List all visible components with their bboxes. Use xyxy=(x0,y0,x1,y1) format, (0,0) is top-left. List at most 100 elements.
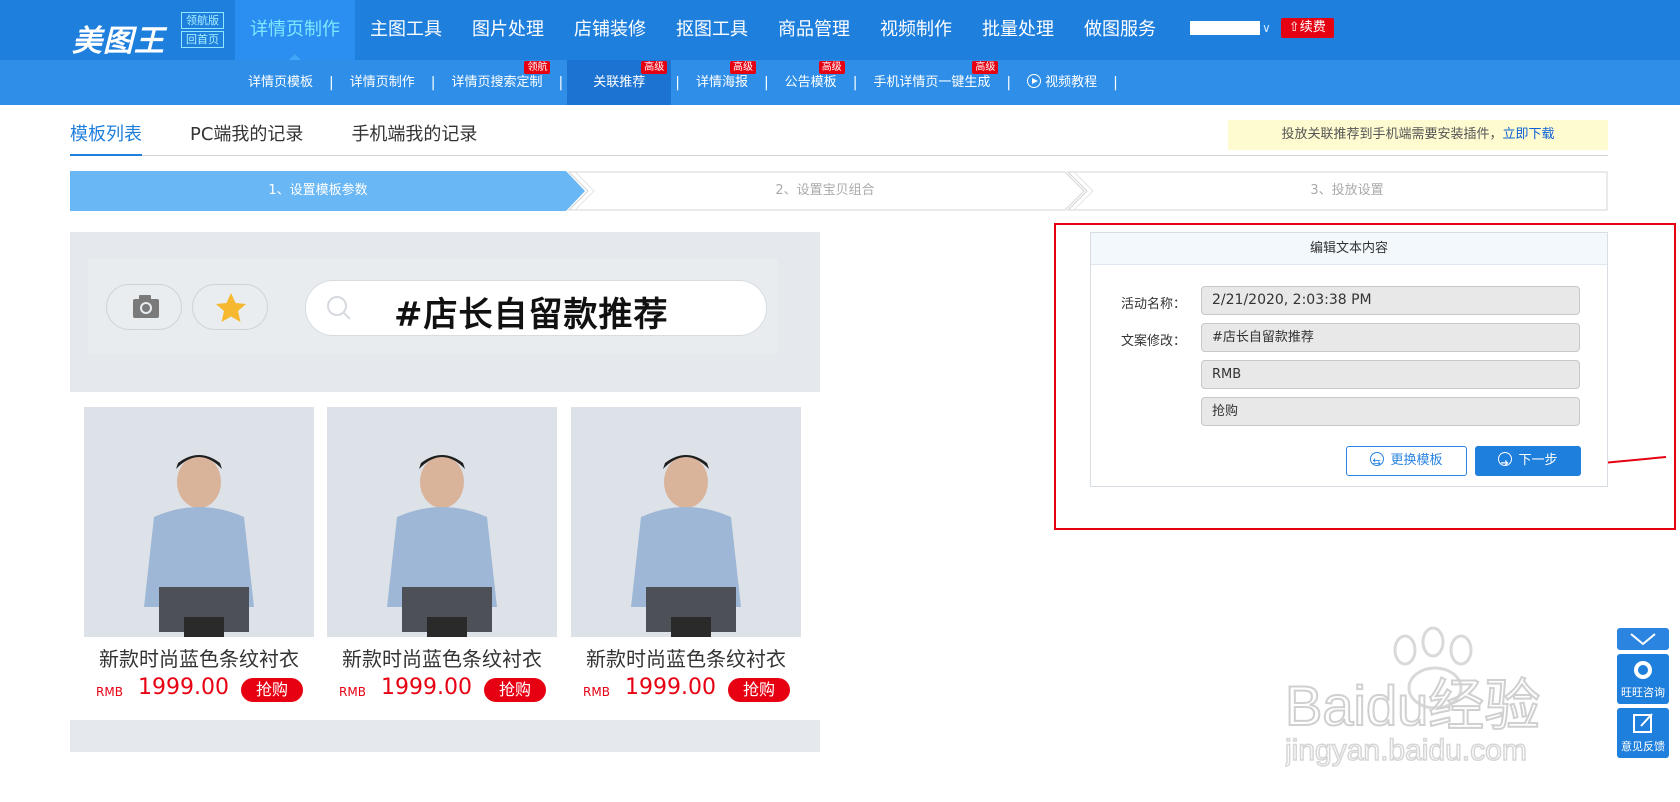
step-2-label: 2、设置宝贝组合 xyxy=(775,183,875,198)
preview-footer xyxy=(70,720,820,752)
search-icon xyxy=(327,296,351,320)
activity-name-label: 活动名称： xyxy=(1121,297,1187,312)
change-template-label: 更换模板 xyxy=(1390,453,1443,468)
subnav-label: 详情海报 xyxy=(695,75,748,90)
subnav-detail-templates[interactable]: 详情页模板 xyxy=(236,60,325,105)
arrow-right-icon xyxy=(1498,449,1513,479)
product-photo xyxy=(571,407,801,637)
divider: | xyxy=(1006,74,1012,91)
renew-button[interactable]: ⇧续费 xyxy=(1280,18,1334,38)
nav-batch-processing[interactable]: 批量处理 xyxy=(967,0,1069,60)
brand-name: 美图王 xyxy=(72,24,165,59)
divider: | xyxy=(1113,74,1118,91)
tag-badge: 高级 xyxy=(641,61,668,74)
swap-icon xyxy=(1370,449,1385,477)
divider: | xyxy=(558,74,564,91)
product-card: 新款时尚蓝色条纹衬衣 RMB 1999.00 抢购 xyxy=(571,407,801,707)
feedback-button[interactable]: 意见反馈 xyxy=(1617,708,1669,758)
subnav-label: 手机详情页一键生成 xyxy=(873,75,991,90)
next-step-button[interactable]: 下一步 xyxy=(1475,446,1581,479)
copy-edit-label: 文案修改： xyxy=(1121,334,1187,349)
product-card: 新款时尚蓝色条纹衬衣 RMB 1999.00 抢购 xyxy=(327,407,557,707)
copy-buy-input[interactable]: 抢购 xyxy=(1201,397,1580,426)
subnav-label: 详情页模板 xyxy=(248,75,314,90)
currency-label: RMB xyxy=(96,685,123,699)
favorite-button xyxy=(192,284,268,330)
product-price: 1999.00 xyxy=(625,675,716,700)
tag-badge: 高级 xyxy=(818,61,845,74)
subnav-mobile-one-click[interactable]: 手机详情页一键生成 高级 xyxy=(861,60,1002,105)
tab-pc-records[interactable]: PC端我的记录 xyxy=(190,118,303,156)
chevron-down-icon xyxy=(1630,633,1656,646)
product-price: 1999.00 xyxy=(381,675,472,700)
product-photo xyxy=(84,407,314,637)
nav-store-decoration[interactable]: 店铺装修 xyxy=(559,0,661,60)
product-name: 新款时尚蓝色条纹衬衣 xyxy=(342,647,542,671)
subnav-detail-poster[interactable]: 详情海报 高级 xyxy=(684,60,760,105)
sub-nav: 详情页模板 | 详情页制作 | 详情页搜索定制 领航 | 关联推荐 高级 | 详情海… xyxy=(236,60,1122,105)
buy-button: 抢购 xyxy=(241,678,303,702)
currency-label: RMB xyxy=(583,685,610,699)
tab-template-list[interactable]: 模板列表 xyxy=(70,118,142,156)
badge-edition[interactable]: 领航版 xyxy=(181,12,224,29)
star-icon xyxy=(216,293,246,322)
price-row: RMB 1999.00 抢购 xyxy=(327,675,557,705)
subnav-label: 公告模板 xyxy=(784,75,837,90)
watermark-url: jingyan.baidu.com xyxy=(1285,734,1527,767)
logo-badges: 领航版 回首页 xyxy=(181,12,224,50)
consult-button[interactable]: 旺旺咨询 xyxy=(1617,654,1669,704)
preview-header: #店长自留款推荐 xyxy=(70,232,820,392)
change-template-button[interactable]: 更换模板 xyxy=(1346,446,1467,477)
user-name-redacted xyxy=(1190,21,1260,35)
subnav-related-recommend[interactable]: 关联推荐 高级 xyxy=(567,60,672,105)
user-area[interactable]: ∨ ⇧续费 xyxy=(1190,18,1334,38)
renew-label: 续费 xyxy=(1299,20,1326,35)
consult-label: 旺旺咨询 xyxy=(1621,686,1665,699)
product-name: 新款时尚蓝色条纹衬衣 xyxy=(586,647,786,671)
notice-text: 投放关联推荐到手机端需要安装插件， xyxy=(1281,127,1503,142)
product-photo xyxy=(327,407,557,637)
nav-detail-page[interactable]: 详情页制作 xyxy=(235,0,355,60)
nav-image-processing[interactable]: 图片处理 xyxy=(457,0,559,60)
nav-cutout-tools[interactable]: 抠图工具 xyxy=(661,0,763,60)
top-bar: 美图王 领航版 回首页 详情页制作 主图工具 图片处理 店铺装修 抠图工具 商品… xyxy=(0,0,1680,60)
tab-mobile-records[interactable]: 手机端我的记录 xyxy=(351,118,477,156)
tag-badge: 高级 xyxy=(729,61,756,74)
collapse-toggle[interactable] xyxy=(1617,628,1669,650)
price-row: RMB 1999.00 抢购 xyxy=(571,675,801,705)
subnav-search-custom[interactable]: 详情页搜索定制 领航 xyxy=(439,60,554,105)
watermark-brand: Baidu经验 xyxy=(1285,674,1540,737)
nav-product-management[interactable]: 商品管理 xyxy=(763,0,865,60)
subnav-label: 关联推荐 xyxy=(593,75,646,90)
preview-search-bar: #店长自留款推荐 xyxy=(305,280,767,336)
step-indicator: 1、设置模板参数 2、设置宝贝组合 3、投放设置 xyxy=(70,171,1608,211)
subnav-detail-make[interactable]: 详情页制作 xyxy=(338,60,427,105)
subnav-video-tutorial[interactable]: 视频教程 xyxy=(1015,60,1109,105)
download-link[interactable]: 立即下载 xyxy=(1503,127,1555,142)
badge-home[interactable]: 回首页 xyxy=(181,31,224,48)
app-logo[interactable]: 美图王 xyxy=(72,10,172,59)
divider: | xyxy=(763,74,769,91)
nav-main-image-tools[interactable]: 主图工具 xyxy=(355,0,457,60)
subnav-notice-templates[interactable]: 公告模板 高级 xyxy=(773,60,849,105)
template-preview: #店长自留款推荐 新款时尚蓝色条纹衬衣 RMB 1999.00 抢购 新款时尚蓝… xyxy=(70,232,820,752)
subnav-label: 详情页搜索定制 xyxy=(451,75,543,90)
divider: | xyxy=(852,74,858,91)
camera-button xyxy=(106,284,182,330)
nav-design-service[interactable]: 做图服务 xyxy=(1069,0,1171,60)
step-1-label: 1、设置模板参数 xyxy=(268,183,368,198)
product-price: 1999.00 xyxy=(138,675,229,700)
activity-name-input[interactable]: 2/21/2020, 2:03:38 PM xyxy=(1201,286,1580,315)
product-card: 新款时尚蓝色条纹衬衣 RMB 1999.00 抢购 xyxy=(84,407,314,707)
copy-currency-input[interactable]: RMB xyxy=(1201,360,1580,389)
side-widgets: 旺旺咨询 意见反馈 xyxy=(1617,628,1669,762)
preview-search-text: #店长自留款推荐 xyxy=(394,295,669,335)
nav-video-production[interactable]: 视频制作 xyxy=(865,0,967,60)
product-name: 新款时尚蓝色条纹衬衣 xyxy=(99,647,299,671)
step-3-label: 3、投放设置 xyxy=(1310,183,1384,198)
copy-title-input[interactable]: #店长自留款推荐 xyxy=(1201,323,1580,352)
subnav-label: 详情页制作 xyxy=(349,75,415,90)
product-list: 新款时尚蓝色条纹衬衣 RMB 1999.00 抢购 新款时尚蓝色条纹衬衣 RMB… xyxy=(70,407,820,707)
feedback-label: 意见反馈 xyxy=(1621,740,1665,753)
chevron-down-icon[interactable]: ∨ xyxy=(1262,21,1271,35)
